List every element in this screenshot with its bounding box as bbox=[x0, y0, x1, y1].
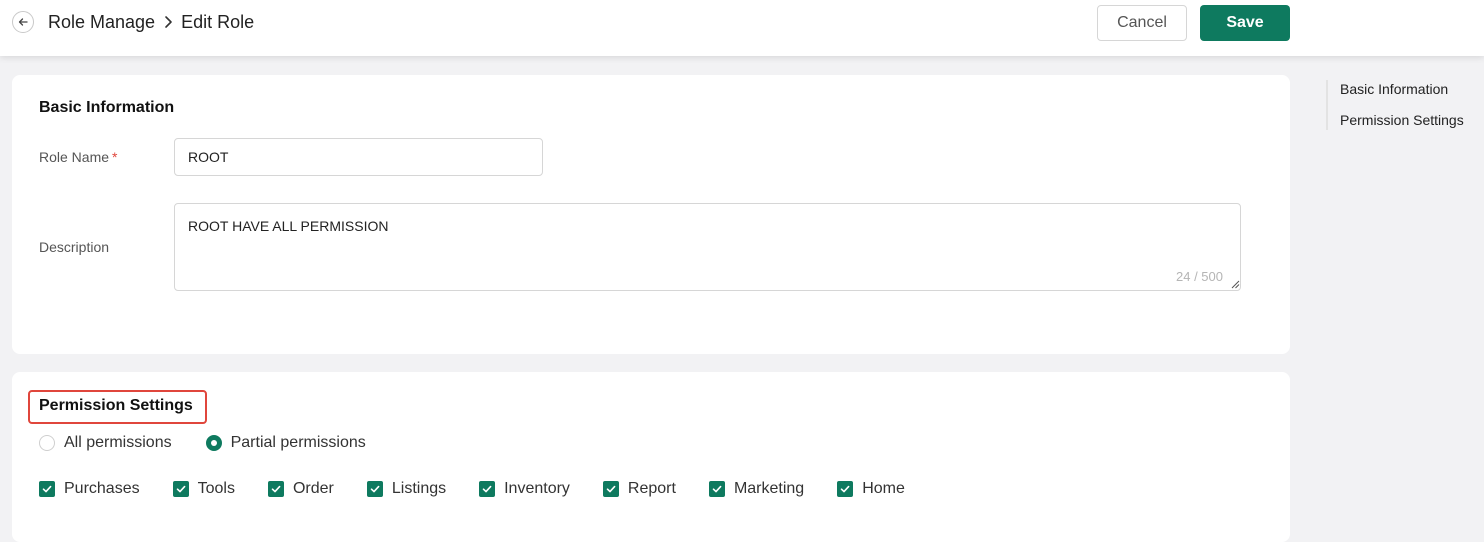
breadcrumb-role-manage[interactable]: Role Manage bbox=[48, 12, 155, 33]
checkbox-tools[interactable]: Tools bbox=[172, 480, 235, 498]
cancel-button[interactable]: Cancel bbox=[1097, 5, 1187, 41]
breadcrumb-edit-role: Edit Role bbox=[181, 11, 255, 32]
checkbox-report[interactable]: Report bbox=[602, 480, 676, 498]
permission-scope-radio-group: All permissions Partial permissions bbox=[39, 434, 400, 452]
checkbox-purchases[interactable]: Purchases bbox=[39, 480, 140, 498]
chevron-right-icon bbox=[163, 15, 173, 29]
radio-unchecked-icon bbox=[39, 435, 55, 451]
permission-settings-card: Permission Settings All permissions Part… bbox=[12, 372, 1290, 542]
checkmark-icon bbox=[602, 481, 619, 497]
breadcrumb: Role Manage Edit Role bbox=[48, 11, 254, 33]
checkbox-home[interactable]: Home bbox=[837, 480, 905, 498]
checkmark-icon bbox=[837, 481, 854, 497]
anchor-permission-settings[interactable]: Permission Settings bbox=[1340, 112, 1464, 128]
basic-information-card: Basic Information Role Name* Description… bbox=[12, 75, 1290, 354]
checkmark-icon bbox=[479, 481, 496, 497]
top-bar: Role Manage Edit Role Cancel Save bbox=[0, 0, 1484, 56]
basic-information-title: Basic Information bbox=[39, 99, 175, 116]
description-counter: 24 / 500 bbox=[1176, 269, 1223, 284]
required-mark: * bbox=[112, 149, 118, 165]
permission-settings-title: Permission Settings bbox=[39, 397, 193, 414]
radio-checked-icon bbox=[205, 435, 222, 451]
back-button[interactable] bbox=[12, 11, 34, 33]
checkbox-listings[interactable]: Listings bbox=[366, 480, 446, 498]
checkbox-marketing[interactable]: Marketing bbox=[708, 480, 804, 498]
role-name-label: Role Name * bbox=[39, 149, 118, 165]
description-textarea[interactable]: ROOT HAVE ALL PERMISSION bbox=[174, 203, 1241, 291]
save-button[interactable]: Save bbox=[1200, 5, 1290, 41]
module-checkbox-group: Purchases Tools Order Listings Inventory… bbox=[39, 480, 938, 498]
checkmark-icon bbox=[39, 481, 55, 497]
checkbox-inventory[interactable]: Inventory bbox=[479, 480, 570, 498]
resize-grip-icon[interactable] bbox=[1230, 279, 1240, 289]
description-label: Description bbox=[39, 239, 110, 255]
checkbox-order[interactable]: Order bbox=[267, 480, 334, 498]
checkmark-icon bbox=[267, 481, 284, 497]
anchor-basic-information[interactable]: Basic Information bbox=[1340, 81, 1448, 97]
radio-partial-permissions[interactable]: Partial permissions bbox=[205, 434, 366, 452]
arrow-left-icon bbox=[18, 18, 28, 26]
checkmark-icon bbox=[172, 481, 189, 497]
anchor-nav: Basic Information Permission Settings bbox=[1326, 80, 1476, 130]
radio-all-permissions[interactable]: All permissions bbox=[39, 434, 172, 452]
checkmark-icon bbox=[366, 481, 383, 497]
checkmark-icon bbox=[708, 481, 725, 497]
role-name-input[interactable] bbox=[174, 138, 543, 176]
